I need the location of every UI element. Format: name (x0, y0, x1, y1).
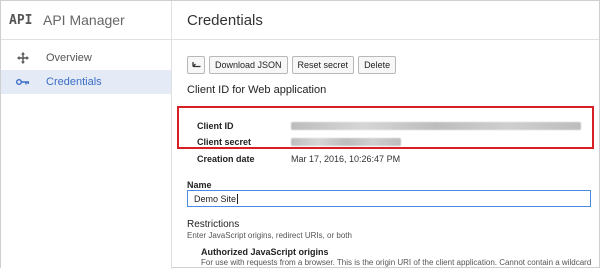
creation-date-label: Creation date (197, 154, 255, 164)
sidebar-nav: Overview Credentials (1, 46, 171, 94)
js-origins-description: For use with requests from a browser. Th… (201, 258, 592, 267)
restrictions-description: Enter JavaScript origins, redirect URIs,… (187, 231, 352, 240)
download-json-button[interactable]: Download JSON (209, 56, 288, 74)
main-content: Credentials Download JSON Reset secret D… (172, 1, 599, 269)
client-id-value[interactable] (291, 122, 581, 130)
redacted-client-secret (291, 138, 401, 146)
back-button[interactable] (187, 56, 205, 74)
move-icon (14, 51, 32, 65)
reset-secret-button[interactable]: Reset secret (291, 56, 355, 74)
brand-bar: API API Manager (1, 1, 171, 40)
client-section-title: Client ID for Web application (187, 84, 327, 96)
creation-date-value: Mar 17, 2016, 10:26:47 PM (291, 154, 401, 164)
app-title: API Manager (43, 12, 125, 28)
name-input-value: Demo Site (194, 193, 237, 204)
redacted-client-id (291, 122, 581, 130)
js-origins-title: Authorized JavaScript origins (201, 247, 329, 257)
page-title: Credentials (172, 1, 599, 40)
name-input[interactable]: Demo Site (187, 190, 591, 207)
sidebar: API API Manager Overview Credentials (1, 1, 172, 269)
back-arrow-icon (191, 60, 201, 70)
toolbar: Download JSON Reset secret Delete (187, 56, 397, 74)
api-logo: API (9, 12, 33, 28)
client-id-label: Client ID (197, 121, 234, 131)
key-icon (14, 75, 32, 89)
delete-button[interactable]: Delete (358, 56, 397, 74)
sidebar-item-label: Credentials (46, 76, 102, 88)
sidebar-item-credentials[interactable]: Credentials (1, 70, 171, 94)
sidebar-item-label: Overview (46, 52, 92, 64)
name-label: Name (187, 180, 212, 190)
sidebar-item-overview[interactable]: Overview (1, 46, 171, 70)
restrictions-title: Restrictions (187, 219, 240, 230)
client-secret-label: Client secret (197, 137, 252, 147)
text-caret (237, 193, 239, 204)
client-secret-value[interactable] (291, 138, 401, 146)
